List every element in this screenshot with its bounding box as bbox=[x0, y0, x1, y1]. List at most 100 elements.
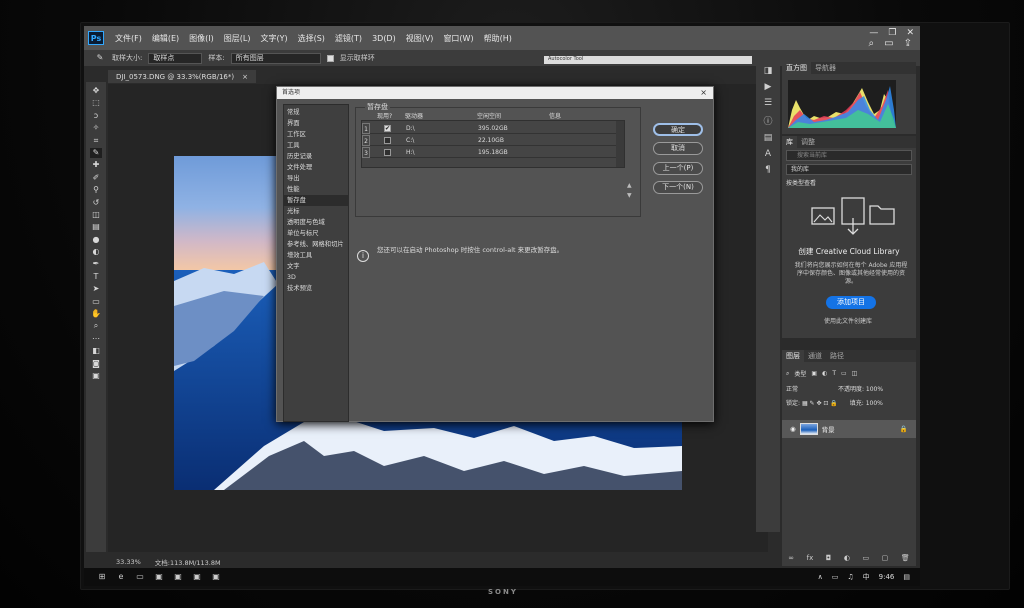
menu-filter[interactable]: 滤镜(T) bbox=[330, 33, 367, 44]
blur-tool-icon[interactable]: ● bbox=[90, 235, 102, 245]
hand-tool-icon[interactable]: ✋ bbox=[90, 309, 102, 319]
lightroom-icon[interactable]: ▣ bbox=[191, 571, 203, 583]
dialog-close-icon[interactable]: × bbox=[700, 87, 707, 99]
category-history[interactable]: 历史记录 bbox=[284, 151, 348, 162]
category-plugins[interactable]: 增效工具 bbox=[284, 250, 348, 261]
category-3d[interactable]: 3D bbox=[284, 272, 348, 283]
opacity-value[interactable]: 100% bbox=[866, 386, 883, 393]
category-type[interactable]: 文字 bbox=[284, 261, 348, 272]
category-file-handling[interactable]: 文件处理 bbox=[284, 162, 348, 173]
properties-panel-icon[interactable]: ▤ bbox=[764, 133, 773, 143]
menu-help[interactable]: 帮助(H) bbox=[479, 33, 517, 44]
blend-mode-select[interactable]: 正常 bbox=[786, 386, 798, 393]
table-scrollbar[interactable] bbox=[616, 121, 624, 167]
fx-icon[interactable]: fx bbox=[807, 554, 814, 566]
menu-view[interactable]: 视图(V) bbox=[401, 33, 439, 44]
link-layers-icon[interactable]: ∞ bbox=[788, 554, 794, 566]
tab-channels[interactable]: 通道 bbox=[804, 350, 826, 362]
menu-edit[interactable]: 编辑(E) bbox=[147, 33, 184, 44]
filter-smart-icon[interactable]: ◫ bbox=[852, 370, 858, 377]
active-checkbox[interactable]: ✔ bbox=[384, 125, 391, 132]
menu-3d[interactable]: 3D(D) bbox=[367, 34, 401, 43]
fill-value[interactable]: 100% bbox=[866, 400, 883, 407]
group-icon[interactable]: ▭ bbox=[863, 554, 870, 566]
path-select-icon[interactable]: ➤ bbox=[90, 284, 102, 294]
gradient-tool-icon[interactable]: ▤ bbox=[90, 222, 102, 232]
layer-filter-select[interactable]: 类型 bbox=[794, 369, 806, 378]
quick-mask-icon[interactable]: ◙ bbox=[90, 359, 102, 369]
filter-pixel-icon[interactable]: ▣ bbox=[811, 370, 817, 377]
adjustment-icon[interactable]: ◐ bbox=[844, 554, 850, 566]
document-close-icon[interactable]: × bbox=[242, 73, 248, 81]
history-brush-icon[interactable]: ↺ bbox=[90, 198, 102, 208]
healing-tool-icon[interactable]: ✚ bbox=[90, 160, 102, 170]
volume-icon[interactable]: ♫ bbox=[847, 573, 853, 581]
tab-navigator[interactable]: 导航器 bbox=[811, 62, 840, 74]
show-ring-checkbox[interactable] bbox=[326, 54, 334, 62]
eyedropper-icon[interactable]: ✎ bbox=[94, 53, 106, 63]
stamp-tool-icon[interactable]: ⚲ bbox=[90, 185, 102, 195]
filter-adjust-icon[interactable]: ◐ bbox=[822, 370, 827, 377]
actions-panel-icon[interactable]: ▶ bbox=[765, 82, 772, 92]
file-explorer-icon[interactable]: ▭ bbox=[134, 571, 146, 583]
history-panel-icon[interactable]: ◨ bbox=[764, 66, 773, 76]
share-icon[interactable]: ⇪ bbox=[904, 38, 912, 49]
category-workspace[interactable]: 工作区 bbox=[284, 129, 348, 140]
pen-tool-icon[interactable]: ✒ bbox=[90, 259, 102, 269]
windows-start-icon[interactable]: ⊞ bbox=[96, 571, 108, 583]
move-tool-icon[interactable]: ✥ bbox=[90, 86, 102, 96]
category-units[interactable]: 单位与标尺 bbox=[284, 228, 348, 239]
menu-layer[interactable]: 图层(L) bbox=[219, 33, 256, 44]
category-performance[interactable]: 性能 bbox=[284, 184, 348, 195]
category-tools[interactable]: 工具 bbox=[284, 140, 348, 151]
eyedropper-tool-icon[interactable]: ✎ bbox=[90, 147, 102, 158]
category-scratch-disks[interactable]: 暂存盘 bbox=[284, 195, 348, 206]
type-tool-icon[interactable]: T bbox=[90, 272, 102, 282]
character-panel-icon[interactable]: A bbox=[765, 149, 771, 159]
tab-histogram[interactable]: 直方图 bbox=[782, 62, 811, 74]
eraser-tool-icon[interactable]: ◫ bbox=[90, 210, 102, 220]
category-tech-preview[interactable]: 技术预览 bbox=[284, 283, 348, 294]
tray-arrow-icon[interactable]: ∧ bbox=[818, 573, 823, 581]
table-row[interactable]: 2 C:\ 22.10GB bbox=[362, 135, 624, 146]
tab-paths[interactable]: 路径 bbox=[826, 350, 848, 362]
filter-type-icon[interactable]: T bbox=[832, 370, 836, 377]
edge-browser-icon[interactable]: e bbox=[115, 571, 127, 583]
move-down-icon[interactable]: ▼ bbox=[627, 191, 632, 201]
category-interface[interactable]: 界面 bbox=[284, 118, 348, 129]
network-icon[interactable]: ▭ bbox=[832, 573, 839, 581]
delete-layer-icon[interactable]: 🗑 bbox=[901, 554, 910, 566]
zoom-tool-icon[interactable]: ⌕ bbox=[90, 321, 102, 331]
category-export[interactable]: 导出 bbox=[284, 173, 348, 184]
lasso-tool-icon[interactable]: ↄ bbox=[90, 111, 102, 121]
cancel-button[interactable]: 取消 bbox=[653, 142, 703, 155]
menu-select[interactable]: 选择(S) bbox=[293, 33, 330, 44]
add-item-button[interactable]: 添加项目 bbox=[826, 296, 876, 309]
crop-tool-icon[interactable]: ⌗ bbox=[90, 136, 102, 146]
tiny-field[interactable]: Autocolor Tool bbox=[544, 56, 752, 64]
lock-icons[interactable]: ▦ ✎ ✥ ⊡ 🔒 bbox=[802, 400, 838, 407]
close-icon[interactable]: ✕ bbox=[906, 28, 914, 38]
notification-icon[interactable]: ▤ bbox=[903, 573, 910, 581]
active-checkbox[interactable] bbox=[384, 149, 391, 156]
create-library-link[interactable]: 使用此文件创建库 bbox=[824, 316, 872, 325]
tab-layers[interactable]: 图层 bbox=[782, 350, 804, 362]
table-row[interactable]: 3 H:\ 195.18GB bbox=[362, 147, 624, 158]
layer-background[interactable]: ◉ 背景 🔒 bbox=[782, 420, 916, 438]
zoom-level[interactable]: 33.33% bbox=[116, 558, 141, 566]
workspace-icon[interactable]: ▭ bbox=[884, 38, 893, 49]
library-search-input[interactable]: 搜索当前库 bbox=[786, 150, 912, 161]
menu-image[interactable]: 图像(I) bbox=[184, 33, 219, 44]
menu-file[interactable]: 文件(F) bbox=[110, 33, 147, 44]
library-view-select[interactable]: 按类型查看 bbox=[786, 178, 816, 187]
clock[interactable]: 9:46 bbox=[879, 573, 895, 581]
table-row[interactable]: 1 ✔ D:\ 395.02GB bbox=[362, 123, 624, 134]
color-swatches-icon[interactable]: ◧ bbox=[90, 346, 102, 356]
category-general[interactable]: 常规 bbox=[284, 107, 348, 118]
premiere-icon[interactable]: ▣ bbox=[153, 571, 165, 583]
category-transparency[interactable]: 透明度与色域 bbox=[284, 217, 348, 228]
active-checkbox[interactable] bbox=[384, 137, 391, 144]
marquee-tool-icon[interactable]: ⬚ bbox=[90, 98, 102, 108]
screen-mode-icon[interactable]: ▣ bbox=[90, 371, 102, 381]
menu-type[interactable]: 文字(Y) bbox=[255, 33, 292, 44]
